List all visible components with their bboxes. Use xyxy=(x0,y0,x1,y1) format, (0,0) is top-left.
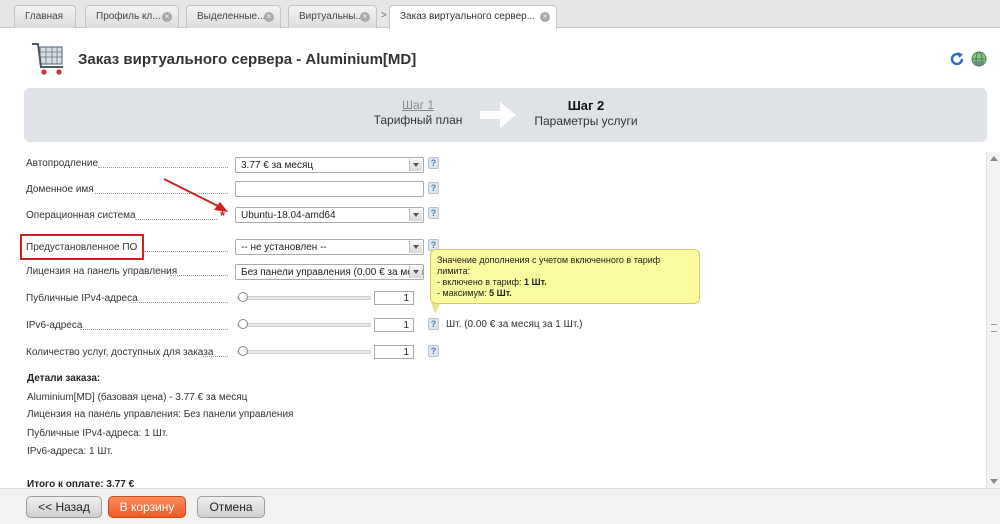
step-2-title: Шаг 2 xyxy=(567,98,605,113)
tab-order-vps[interactable]: Заказ виртуального сервер... × xyxy=(389,5,557,29)
ipv4-label: Публичные IPv4-адреса xyxy=(26,293,138,304)
preinstalled-label: Предустановленное ПО xyxy=(26,242,138,253)
ipv6-input[interactable]: 1 xyxy=(374,318,414,332)
autorenew-value: 3.77 € за месяц xyxy=(241,160,314,171)
tab-client-profile[interactable]: Профиль кл... × xyxy=(85,5,179,28)
help-icon[interactable]: ? xyxy=(428,207,439,219)
step-1-subtitle: Тарифный план xyxy=(373,113,463,127)
tab-label: Профиль кл... xyxy=(96,11,161,22)
help-icon[interactable]: ? xyxy=(428,182,439,194)
details-title: Детали заказа: xyxy=(27,373,101,384)
slider-handle[interactable] xyxy=(238,292,248,302)
chevron-down-icon[interactable] xyxy=(409,159,422,171)
ipv6-slider[interactable] xyxy=(235,318,373,332)
os-label: Операционная система xyxy=(26,210,136,221)
dotted-leader xyxy=(98,167,228,168)
tab-dedicated[interactable]: Выделенные... × xyxy=(186,5,281,28)
ipv4-slider[interactable] xyxy=(235,291,373,305)
cancel-button[interactable]: Отмена xyxy=(197,496,265,518)
chevron-down-icon[interactable] xyxy=(409,209,422,221)
domain-label: Доменное имя xyxy=(26,184,94,195)
slider-handle[interactable] xyxy=(238,319,248,329)
annotation-arrow-icon xyxy=(163,178,228,212)
close-icon[interactable]: × xyxy=(162,12,172,22)
tooltip-line: - включено в тариф: 1 Шт. xyxy=(437,277,693,288)
globe-icon[interactable] xyxy=(971,51,987,67)
slider-track[interactable] xyxy=(237,323,371,327)
help-icon[interactable]: ? xyxy=(428,157,439,169)
step-1-title[interactable]: Шаг 1 xyxy=(372,98,464,112)
chevron-down-icon[interactable] xyxy=(409,241,422,253)
slider-handle[interactable] xyxy=(238,346,248,356)
domain-input[interactable] xyxy=(235,181,424,197)
detail-line: Лицензия на панель управления: Без панел… xyxy=(27,409,294,420)
scroll-up-icon[interactable] xyxy=(990,156,998,161)
slider-track[interactable] xyxy=(237,350,371,354)
os-select[interactable]: Ubuntu-18.04-amd64 xyxy=(235,207,424,223)
help-icon[interactable]: ? xyxy=(428,318,439,330)
close-icon[interactable]: × xyxy=(540,12,550,22)
count-slider[interactable] xyxy=(235,345,373,359)
chevron-down-icon[interactable] xyxy=(409,266,422,278)
step-2: Шаг 2 Параметры услуги xyxy=(530,98,642,128)
close-icon[interactable]: × xyxy=(360,12,370,22)
dotted-leader xyxy=(203,356,228,357)
scroll-down-icon[interactable] xyxy=(990,479,998,484)
tooltip-line: - максимум: 5 Шт. xyxy=(437,288,693,299)
ipv6-label: IPv6-адреса xyxy=(26,320,83,331)
dotted-leader xyxy=(170,275,228,276)
step-arrow-icon xyxy=(480,102,516,128)
vertical-scrollbar[interactable] xyxy=(986,152,1000,488)
step-1[interactable]: Шаг 1 Тарифный план xyxy=(372,98,464,127)
detail-line: Aluminium[MD] (базовая цена) - 3.77 € за… xyxy=(27,392,248,403)
tooltip-text: - включено в тариф: xyxy=(437,277,525,287)
tab-label: Выделенные... xyxy=(197,11,266,22)
preinstalled-select[interactable]: -- не установлен -- xyxy=(235,239,424,255)
tooltip: Значение дополнения с учетом включенного… xyxy=(430,249,700,304)
tab-label: Виртуальны... xyxy=(299,11,364,22)
tooltip-text: - максимум: xyxy=(437,288,490,298)
tooltip-line: Значение дополнения с учетом включенного… xyxy=(437,255,661,265)
refresh-icon[interactable] xyxy=(949,51,965,67)
total-amount: Итого к оплате: 3.77 € xyxy=(27,479,135,488)
detail-line: Публичные IPv4-адреса: 1 Шт. xyxy=(27,428,168,439)
tooltip-line: лимита: xyxy=(437,266,471,276)
close-icon[interactable]: × xyxy=(264,12,274,22)
tab-separator-icon: > xyxy=(381,10,387,21)
cart-icon xyxy=(32,43,63,75)
dotted-leader xyxy=(135,219,217,220)
page-title: Заказ виртуального сервера - Aluminium[M… xyxy=(78,51,417,68)
add-to-cart-button[interactable]: В корзину xyxy=(108,496,186,518)
tab-virtual[interactable]: Виртуальны... × xyxy=(288,5,377,28)
step-2-subtitle: Параметры услуги xyxy=(534,114,638,128)
count-input[interactable]: 1 xyxy=(374,345,414,359)
scroll-grip-icon[interactable] xyxy=(991,324,997,332)
dotted-leader xyxy=(80,329,228,330)
preinstalled-value: -- не установлен -- xyxy=(241,242,327,253)
dotted-leader xyxy=(131,302,228,303)
tab-label: Заказ виртуального сервер... xyxy=(400,11,536,22)
license-label: Лицензия на панель управления xyxy=(26,266,178,277)
autorenew-select[interactable]: 3.77 € за месяц xyxy=(235,157,424,173)
dotted-leader xyxy=(144,251,228,252)
license-select[interactable]: Без панели управления (0.00 € за меся xyxy=(235,264,424,280)
autorenew-label: Автопродление xyxy=(26,158,99,169)
tooltip-value: 5 Шт. xyxy=(489,288,512,298)
help-icon[interactable]: ? xyxy=(428,345,439,357)
tab-label: Главная xyxy=(25,11,64,22)
ipv4-input[interactable]: 1 xyxy=(374,291,414,305)
slider-track[interactable] xyxy=(237,296,371,300)
back-button[interactable]: << Назад xyxy=(26,496,102,518)
count-label: Количество услуг, доступных для заказа xyxy=(26,347,214,358)
ipv6-price-note: Шт. (0.00 € за месяц за 1 Шт.) xyxy=(446,319,583,330)
os-value: Ubuntu-18.04-amd64 xyxy=(241,210,336,221)
tab-main[interactable]: Главная xyxy=(14,5,76,28)
detail-line: IPv6-адреса: 1 Шт. xyxy=(27,446,113,457)
tooltip-value: 1 Шт. xyxy=(524,277,547,287)
license-value: Без панели управления (0.00 € за меся xyxy=(241,267,424,278)
